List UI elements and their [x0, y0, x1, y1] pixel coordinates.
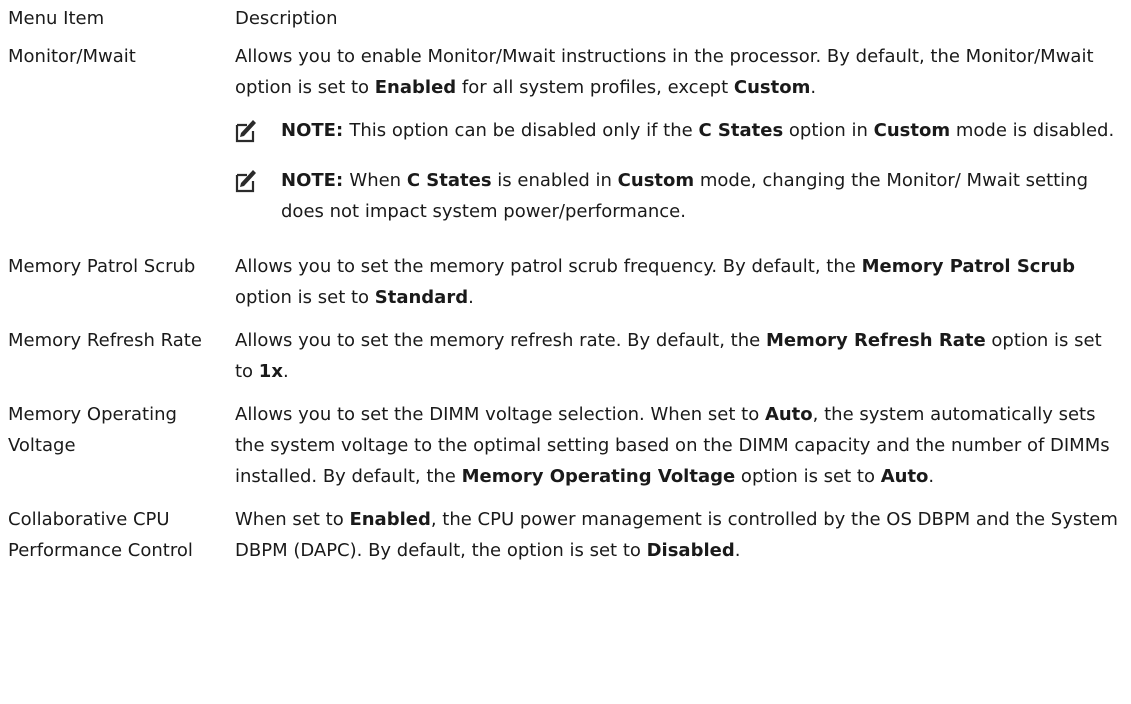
text-run: This option can be disabled only if the [349, 120, 699, 141]
bold-text: Disabled [646, 540, 735, 561]
bold-text: Memory Operating Voltage [461, 466, 736, 487]
text-run: mode is disabled. [950, 120, 1115, 141]
note-text: NOTE: This option can be disabled only i… [281, 115, 1121, 146]
menu-item-description: Allows you to set the memory refresh rat… [235, 325, 1121, 387]
text-run: . [928, 466, 935, 487]
bold-text: Auto [880, 466, 929, 487]
header-description: Description [235, 8, 338, 29]
bold-text: C States [698, 120, 784, 141]
table-body: Monitor/Mwait Allows you to enable Monito… [8, 41, 1131, 566]
note-block: NOTE: This option can be disabled only i… [235, 115, 1121, 153]
menu-item-description: Allows you to set the memory patrol scru… [235, 251, 1121, 313]
bold-text: NOTE: [281, 120, 350, 141]
description-text: Allows you to set the DIMM voltage selec… [235, 399, 1121, 492]
text-run: option in [783, 120, 874, 141]
text-run: option is set to [235, 287, 375, 308]
text-run: When [349, 170, 407, 191]
menu-item-name: Memory Refresh Rate [8, 330, 202, 351]
bold-text: Enabled [349, 509, 431, 530]
text-run: is enabled in [491, 170, 618, 191]
bold-text: Custom [617, 170, 695, 191]
text-run: . [282, 361, 289, 382]
pencil-note-icon [235, 115, 281, 153]
table-row: Monitor/Mwait Allows you to enable Monito… [8, 41, 1131, 239]
text-run: . [734, 540, 741, 561]
note-block: NOTE: When C States is enabled in Custom… [235, 165, 1121, 227]
text-run: Allows you to set the DIMM voltage selec… [235, 404, 765, 425]
bold-text: Auto [764, 404, 813, 425]
menu-item-description: Allows you to set the DIMM voltage selec… [235, 399, 1121, 492]
text-run: . [810, 77, 817, 98]
menu-item-name: Collaborative CPU Performance Control [8, 509, 193, 561]
text-run: option is set to [735, 466, 881, 487]
header-menu-item: Menu Item [8, 8, 105, 29]
menu-item-name: Memory Patrol Scrub [8, 256, 196, 277]
table-row: Memory Refresh Rate Allows you to set the… [8, 325, 1131, 387]
bold-text: NOTE: [281, 170, 350, 191]
description-text: Allows you to set the memory refresh rat… [235, 325, 1121, 387]
text-run: . [468, 287, 474, 308]
menu-item-name: Monitor/Mwait [8, 46, 136, 67]
bold-text: 1x [258, 361, 283, 382]
bold-text: Custom [733, 77, 811, 98]
table-row: Memory Patrol Scrub Allows you to set the… [8, 251, 1131, 313]
table-header: Menu Item Description [8, 3, 1131, 41]
bold-text: Memory Patrol Scrub [861, 256, 1076, 277]
menu-item-description: When set to Enabled, the CPU power manag… [235, 504, 1121, 566]
bold-text: Enabled [374, 77, 457, 98]
bold-text: Memory Refresh Rate [765, 330, 986, 351]
text-run: When set to [235, 509, 350, 530]
description-text: Allows you to set the memory patrol scru… [235, 251, 1121, 313]
menu-item-name: Memory Operating Voltage [8, 404, 177, 456]
bold-text: C States [406, 170, 492, 191]
note-text: NOTE: When C States is enabled in Custom… [281, 165, 1121, 227]
text-run: for all system profiles, except [456, 77, 734, 98]
text-run: Allows you to set the memory refresh rat… [235, 330, 766, 351]
description-text: Allows you to enable Monitor/Mwait instr… [235, 41, 1121, 103]
settings-table: Menu Item Description Monitor/Mwait Allow… [0, 3, 1131, 566]
description-text: When set to Enabled, the CPU power manag… [235, 504, 1121, 566]
text-run: Allows you to set the memory patrol scru… [235, 256, 862, 277]
bold-text: Custom [873, 120, 951, 141]
menu-item-description: Allows you to enable Monitor/Mwait instr… [235, 41, 1121, 239]
table-row: Collaborative CPU Performance Control Whe… [8, 504, 1131, 566]
pencil-note-icon [235, 165, 281, 203]
table-row: Memory Operating Voltage Allows you to se… [8, 399, 1131, 492]
bold-text: Standard [374, 287, 469, 308]
